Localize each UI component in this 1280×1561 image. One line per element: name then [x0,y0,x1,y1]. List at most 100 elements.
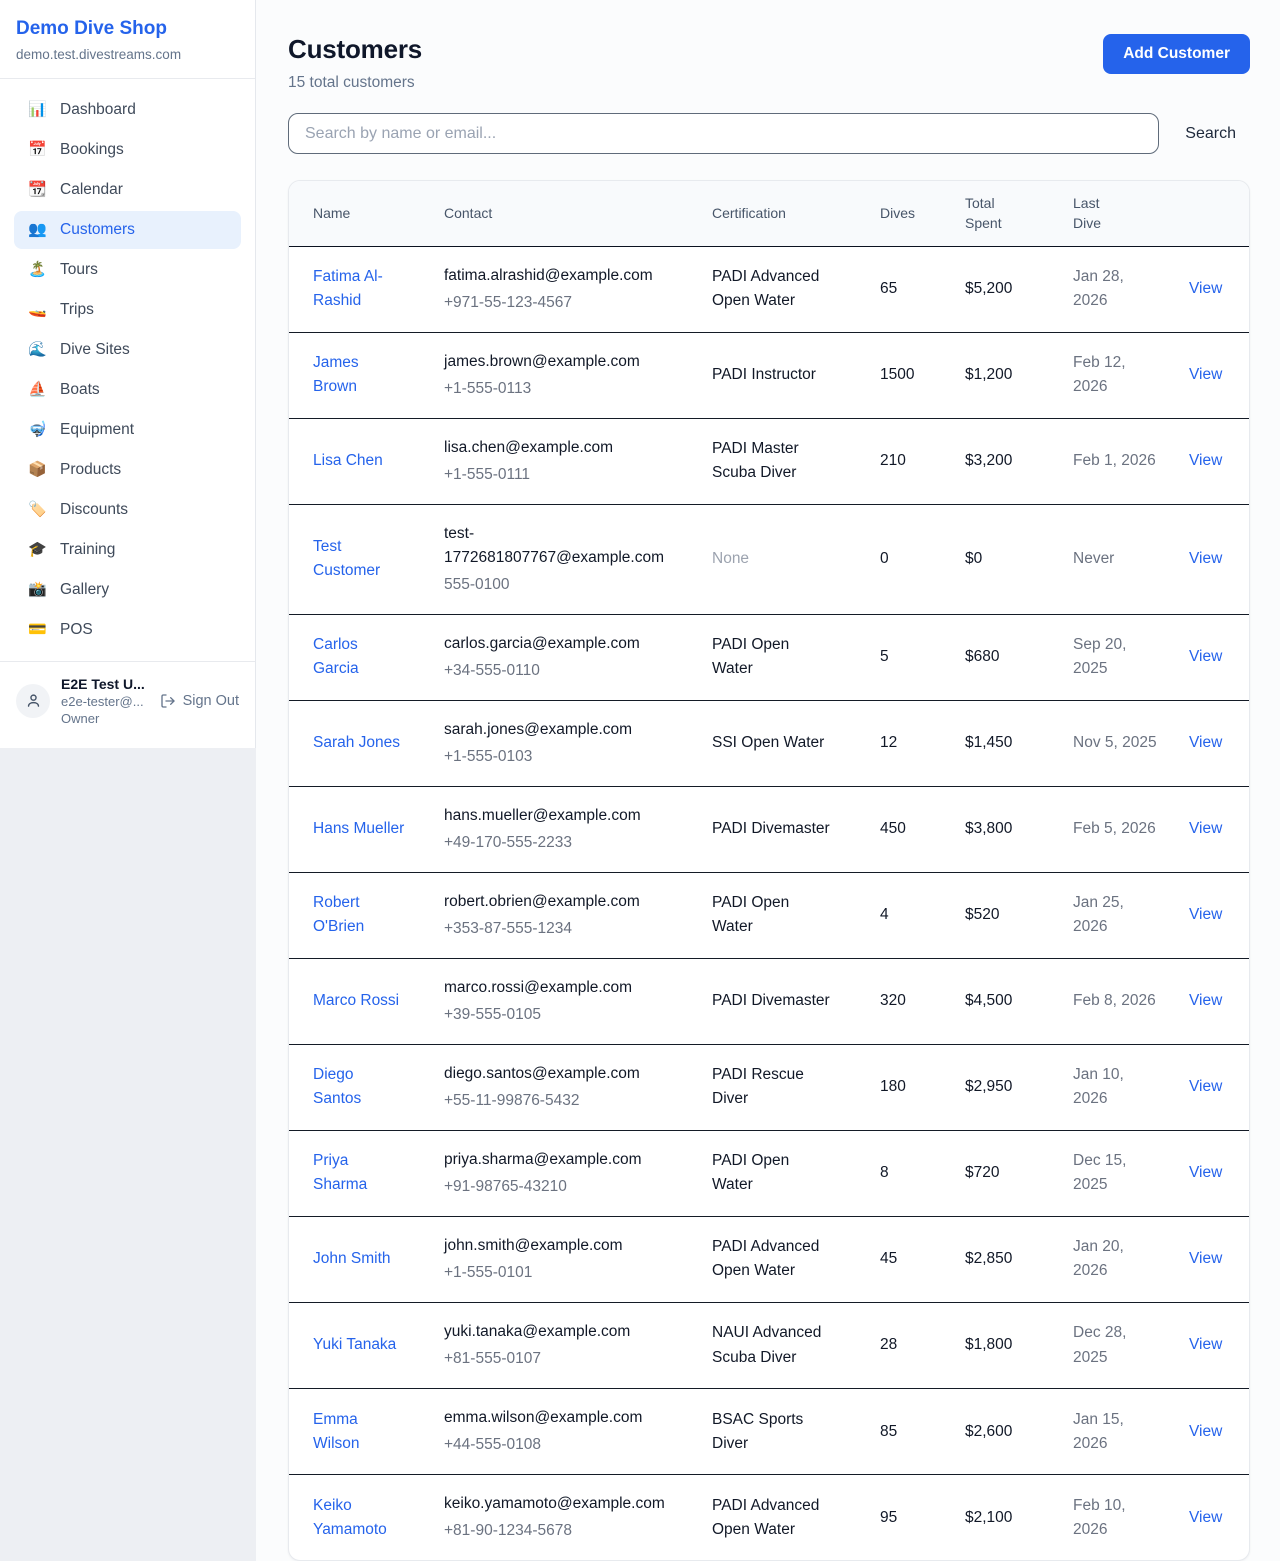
customer-name-link[interactable]: Keiko Yamamoto [313,1494,405,1542]
people-icon: 👥 [28,222,46,237]
search-button[interactable]: Search [1171,117,1250,151]
customer-dives: 95 [870,1475,955,1561]
view-customer-link[interactable]: View [1189,366,1222,383]
customer-total-spent: $2,600 [955,1389,1063,1475]
customer-last-dive: Jan 15, 2026 [1063,1389,1169,1475]
view-customer-link[interactable]: View [1189,452,1222,469]
view-customer-link[interactable]: View [1189,820,1222,837]
column-header: Contact [434,181,702,246]
customer-name-link[interactable]: Yuki Tanaka [313,1333,396,1357]
customer-last-dive: Feb 8, 2026 [1063,958,1169,1044]
sidebar-item-trips[interactable]: 🚤 Trips [14,291,241,329]
view-customer-link[interactable]: View [1189,550,1222,567]
customer-total-spent: $2,850 [955,1216,1063,1302]
customer-phone: +1-555-0113 [444,377,692,401]
main-content: Customers 15 total customers Add Custome… [256,0,1280,1561]
customer-name-link[interactable]: Emma Wilson [313,1408,405,1456]
customer-dives: 210 [870,418,955,504]
customer-count: 15 total customers [288,74,422,92]
view-customer-link[interactable]: View [1189,992,1222,1009]
customer-total-spent: $3,800 [955,786,1063,872]
sailboat-icon: ⛵ [28,382,46,397]
user-name: E2E Test U... [61,676,145,692]
view-customer-link[interactable]: View [1189,1078,1222,1095]
search-input[interactable] [288,113,1159,154]
customer-email: fatima.alrashid@example.com [444,264,692,288]
sidebar-item-equipment[interactable]: 🤿 Equipment [14,411,241,449]
sidebar-item-calendar[interactable]: 📆 Calendar [14,171,241,209]
sidebar-item-customers[interactable]: 👥 Customers [14,211,241,249]
bar-chart-icon: 📊 [28,102,46,117]
customer-name-link[interactable]: James Brown [313,351,405,399]
customer-certification: PADI Advanced Open Water [712,265,830,313]
table-row: Robert O'Brien robert.obrien@example.com… [289,872,1249,958]
sidebar-item-boats[interactable]: ⛵ Boats [14,371,241,409]
sidebar-item-discounts[interactable]: 🏷️ Discounts [14,491,241,529]
customer-certification: NAUI Advanced Scuba Diver [712,1321,830,1369]
customer-name-link[interactable]: Diego Santos [313,1063,405,1111]
sidebar-item-training[interactable]: 🎓 Training [14,531,241,569]
user-info: E2E Test U... e2e-tester@... Owner [61,676,145,726]
table-row: Yuki Tanaka yuki.tanaka@example.com +81-… [289,1302,1249,1388]
sidebar-item-label: Discounts [60,501,128,519]
customer-phone: +39-555-0105 [444,1003,692,1027]
sidebar-item-label: Training [60,541,115,559]
customer-name-link[interactable]: Test Customer [313,535,405,583]
customer-dives: 5 [870,614,955,700]
sidebar-item-pos[interactable]: 💳 POS [14,611,241,649]
sidebar-item-label: Bookings [60,141,124,159]
customer-dives: 180 [870,1044,955,1130]
view-customer-link[interactable]: View [1189,1164,1222,1181]
view-customer-link[interactable]: View [1189,280,1222,297]
customer-email: priya.sharma@example.com [444,1148,692,1172]
sidebar-item-label: Equipment [60,421,134,439]
customer-dives: 320 [870,958,955,1044]
add-customer-button[interactable]: Add Customer [1103,34,1250,74]
view-customer-link[interactable]: View [1189,1250,1222,1267]
customer-name-link[interactable]: Priya Sharma [313,1149,405,1197]
customer-total-spent: $4,500 [955,958,1063,1044]
customer-name-link[interactable]: John Smith [313,1247,391,1271]
customer-name-link[interactable]: Sarah Jones [313,731,400,755]
sidebar-item-gallery[interactable]: 📸 Gallery [14,571,241,609]
customer-last-dive: Feb 1, 2026 [1063,418,1169,504]
sidebar-nav: 📊 Dashboard 📅 Bookings 📆 Calendar 👥 Cust… [0,79,255,661]
customer-certification: PADI Advanced Open Water [712,1235,830,1283]
view-customer-link[interactable]: View [1189,906,1222,923]
customer-name-link[interactable]: Hans Mueller [313,817,404,841]
customer-last-dive: Feb 12, 2026 [1063,332,1169,418]
customers-table-card: Name Contact Certification Dives Total S… [288,180,1250,1561]
customer-name-link[interactable]: Robert O'Brien [313,891,405,939]
sidebar-item-bookings[interactable]: 📅 Bookings [14,131,241,169]
customer-certification: None [712,547,749,571]
customer-name-link[interactable]: Fatima Al-Rashid [313,265,405,313]
customer-name-link[interactable]: Marco Rossi [313,989,399,1013]
customer-name-link[interactable]: Lisa Chen [313,449,383,473]
view-customer-link[interactable]: View [1189,1509,1222,1526]
customer-total-spent: $2,100 [955,1475,1063,1561]
customer-last-dive: Never [1063,504,1169,614]
customer-email: test-1772681807767@example.com [444,522,692,570]
customer-last-dive: Feb 10, 2026 [1063,1475,1169,1561]
customer-name-link[interactable]: Carlos Garcia [313,633,405,681]
sidebar-item-dive-sites[interactable]: 🌊 Dive Sites [14,331,241,369]
sign-out-button[interactable]: Sign Out [160,693,239,709]
person-icon [25,692,42,709]
sidebar-item-label: Calendar [60,181,123,199]
avatar [16,684,50,718]
customer-dives: 4 [870,872,955,958]
sidebar-item-tours[interactable]: 🏝️ Tours [14,251,241,289]
speedboat-icon: 🚤 [28,302,46,317]
table-row: Carlos Garcia carlos.garcia@example.com … [289,614,1249,700]
view-customer-link[interactable]: View [1189,648,1222,665]
customer-certification: SSI Open Water [712,731,824,755]
sidebar-item-products[interactable]: 📦 Products [14,451,241,489]
sidebar-item-dashboard[interactable]: 📊 Dashboard [14,91,241,129]
table-body: Fatima Al-Rashid fatima.alrashid@example… [289,246,1249,1560]
customer-dives: 0 [870,504,955,614]
customer-total-spent: $5,200 [955,246,1063,332]
view-customer-link[interactable]: View [1189,734,1222,751]
customer-phone: +91-98765-43210 [444,1175,692,1199]
view-customer-link[interactable]: View [1189,1336,1222,1353]
view-customer-link[interactable]: View [1189,1423,1222,1440]
